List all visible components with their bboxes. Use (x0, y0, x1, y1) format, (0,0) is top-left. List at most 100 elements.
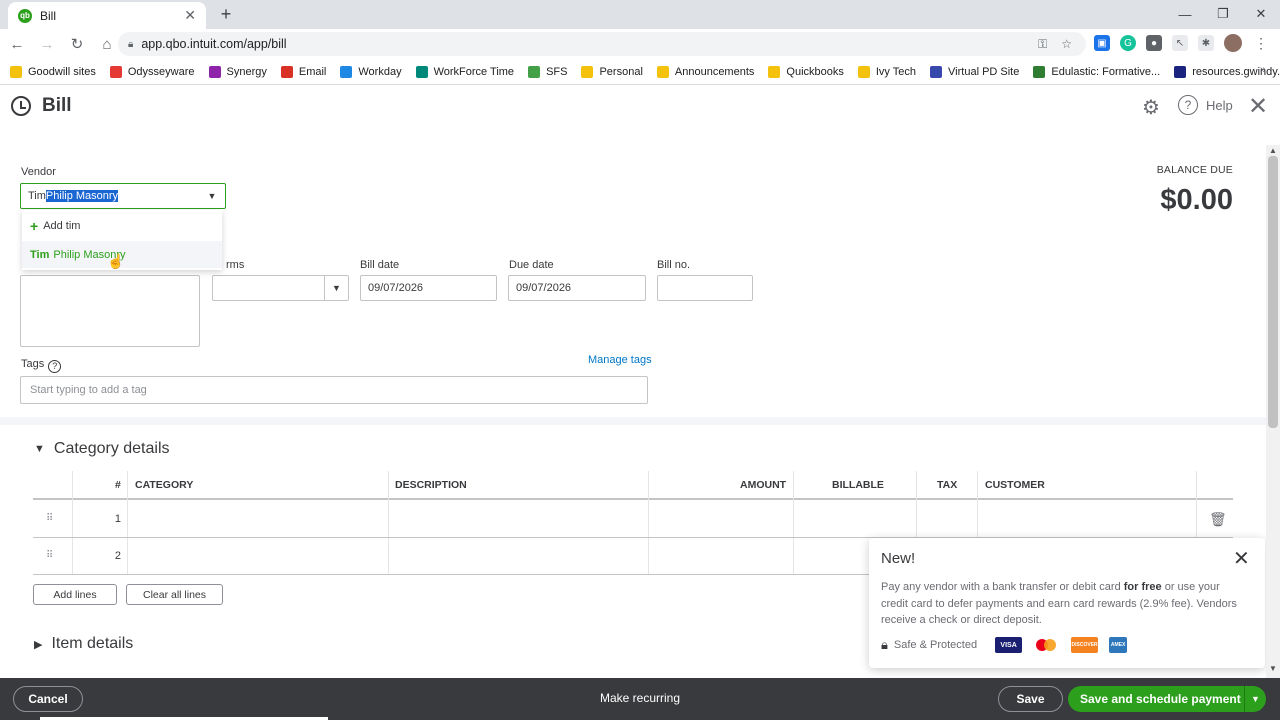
row-number: 1 (114, 513, 121, 525)
scrollbar-thumb[interactable] (1268, 156, 1278, 428)
tab-close-icon[interactable]: ✕ (184, 7, 196, 24)
mastercard-icon (1033, 637, 1061, 653)
chevron-down-icon[interactable]: ▼ (199, 184, 225, 208)
bookmark-item[interactable]: Workday (340, 65, 402, 78)
footer-bar: Make recurring Cancel Save Save and sche… (0, 678, 1280, 720)
more-bookmarks-icon[interactable]: » (1260, 64, 1266, 76)
bookmark-item[interactable]: Virtual PD Site (930, 65, 1020, 78)
mailing-address-input[interactable] (20, 275, 200, 347)
bookmark-item[interactable]: Goodwill sites (10, 65, 96, 78)
help-icon[interactable]: ? (48, 359, 62, 373)
bookmark-label: Ivy Tech (875, 65, 917, 78)
bookmark-label: Personal (599, 65, 643, 78)
help-icon[interactable]: ? (1178, 95, 1198, 115)
page-title: Bill (42, 95, 72, 116)
scroll-up-icon[interactable]: ▲ (1269, 146, 1277, 155)
extensions-area: ▣ G ● ↖ ✱ ⋮ (1094, 34, 1268, 52)
clear-all-lines-button[interactable]: Clear all lines (126, 584, 223, 605)
visa-icon: VISA (995, 637, 1023, 653)
bookmark-item[interactable]: Edulastic: Formative... (1033, 65, 1160, 78)
bookmark-label: Virtual PD Site (948, 65, 1020, 78)
add-vendor-option[interactable]: + Add tim (22, 212, 222, 239)
back-icon[interactable]: ← (4, 31, 30, 57)
table-row[interactable]: ⠿ 1 🗑︎ (33, 501, 1233, 538)
cancel-button[interactable]: Cancel (13, 686, 83, 712)
bookmark-item[interactable]: Announcements (656, 65, 754, 78)
window-close-icon[interactable]: ✕ (1242, 0, 1280, 28)
bookmark-item[interactable]: Personal (581, 65, 643, 78)
restore-icon[interactable]: ❐ (1204, 0, 1242, 28)
star-icon[interactable]: ☆ (1061, 37, 1072, 51)
bookmark-item[interactable]: WorkForce Time (415, 65, 515, 78)
bookmark-item[interactable]: Synergy (208, 65, 267, 78)
recent-transactions-icon[interactable] (11, 96, 31, 116)
option-match-text: Tim (30, 248, 50, 261)
gear-icon[interactable]: ⚙ (1142, 95, 1160, 120)
drag-handle-icon[interactable]: ⠿ (46, 550, 53, 561)
bookmark-label: SFS (546, 65, 568, 78)
bookmark-item[interactable]: Odysseyware (109, 65, 195, 78)
bill-no-input[interactable] (657, 275, 753, 301)
bookmark-icon (768, 65, 781, 78)
trash-icon[interactable]: 🗑︎ (1209, 511, 1227, 528)
bill-date-input[interactable]: 09/07/2026 (360, 275, 497, 301)
popup-title: New! (881, 550, 916, 567)
save-button[interactable]: Save (998, 686, 1063, 712)
tags-label-text: Tags (21, 358, 45, 370)
tags-input[interactable]: Start typing to add a tag (20, 376, 648, 404)
help-label[interactable]: Help (1206, 98, 1233, 113)
chevron-down-icon[interactable]: ▼ (1244, 686, 1266, 712)
key-icon[interactable]: ⚿ (1038, 37, 1047, 52)
bookmark-icon (1033, 65, 1046, 78)
bookmark-item[interactable]: Email (280, 65, 326, 78)
item-details-title: Item details (51, 635, 134, 652)
bookmark-icon (930, 65, 943, 78)
bookmark-item[interactable]: Quickbooks (768, 65, 844, 78)
chevron-down-icon[interactable]: ▼ (324, 276, 348, 300)
bookmark-item[interactable]: SFS (528, 65, 568, 78)
column-header-customer: CUSTOMER (985, 479, 1045, 491)
add-term: tim (65, 219, 81, 232)
vendor-autocomplete-text: Philip Masonry (45, 190, 119, 202)
cursor-extension-icon[interactable]: ↖ (1172, 35, 1188, 51)
browser-tab[interactable]: qb Bill ✕ (8, 2, 206, 29)
terms-label: rms (226, 259, 245, 271)
bookmark-item[interactable]: Ivy Tech (857, 65, 917, 78)
terms-select[interactable]: ▼ (212, 275, 349, 301)
bookmark-label: WorkForce Time (433, 65, 515, 78)
bookmark-icon (208, 65, 221, 78)
puzzle-icon[interactable]: ✱ (1198, 35, 1214, 51)
bookmark-icon (109, 65, 122, 78)
camera-icon[interactable]: ● (1146, 35, 1162, 51)
vendor-label: Vendor (21, 166, 56, 178)
forward-icon[interactable]: → (34, 31, 60, 57)
scroll-down-icon[interactable]: ▼ (1269, 664, 1277, 673)
url-input[interactable]: 🔒︎ app.qbo.intuit.com/app/bill ⚿ ☆ (118, 32, 1086, 56)
item-details-toggle[interactable]: ▶ Item details (34, 635, 133, 653)
bookmark-icon (340, 65, 353, 78)
minimize-icon[interactable]: — (1166, 0, 1204, 28)
home-icon[interactable]: ⌂ (94, 31, 120, 57)
popup-body: Pay any vendor with a bank transfer or d… (881, 579, 1241, 629)
save-and-schedule-button[interactable]: Save and schedule payment ▼ (1068, 686, 1266, 712)
vendor-input[interactable]: Tim Philip Masonry ▼ (20, 183, 226, 209)
reload-icon[interactable]: ↻ (64, 31, 90, 57)
add-lines-button[interactable]: Add lines (33, 584, 117, 605)
due-date-input[interactable]: 09/07/2026 (508, 275, 646, 301)
drag-handle-icon[interactable]: ⠿ (46, 513, 53, 524)
column-header-category: CATEGORY (135, 479, 194, 491)
menu-icon[interactable]: ⋮ (1254, 35, 1268, 52)
bookmark-icon (10, 65, 22, 78)
balance-due-label: BALANCE DUE (1156, 164, 1233, 176)
due-date-label: Due date (509, 259, 554, 271)
new-tab-icon[interactable]: + (216, 4, 236, 24)
table-header: # CATEGORY DESCRIPTION AMOUNT BILLABLE T… (33, 471, 1233, 500)
new-feature-popup: New! ✕ Pay any vendor with a bank transf… (869, 538, 1265, 668)
close-icon[interactable]: ✕ (1248, 92, 1268, 121)
manage-tags-link[interactable]: Manage tags (588, 354, 652, 366)
extension-icon[interactable]: ▣ (1094, 35, 1110, 51)
avatar[interactable] (1224, 34, 1242, 52)
close-icon[interactable]: ✕ (1233, 546, 1250, 571)
category-details-toggle[interactable]: ▼ Category details (34, 440, 170, 458)
grammarly-icon[interactable]: G (1120, 35, 1136, 51)
